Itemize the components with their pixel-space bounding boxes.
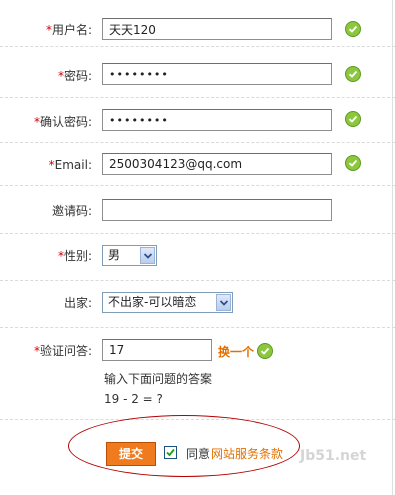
agree-text: 同意 [186, 447, 211, 461]
invite-code-row: 邀请码: [0, 186, 395, 234]
gender-selected-value: 男 [108, 248, 121, 262]
captcha-question: 19 - 2 = ? [104, 392, 163, 406]
password-row: *密码: [0, 47, 395, 98]
check-circle-icon [345, 21, 361, 37]
checkmark-icon [166, 448, 175, 457]
agree-checkbox[interactable] [164, 446, 177, 459]
ordained-select[interactable]: 不出家-可以暗恋 [102, 292, 233, 313]
ordained-row: 出家: 不出家-可以暗恋 [0, 281, 395, 328]
username-row: *用户名: [0, 0, 395, 47]
password-input[interactable] [102, 63, 332, 85]
confirm-password-input[interactable] [102, 109, 332, 131]
refresh-captcha-link[interactable]: 换一个 [218, 343, 254, 360]
captcha-label: *验证问答: [33, 344, 92, 358]
password-label: *密码: [57, 69, 92, 83]
email-label: *Email: [48, 158, 92, 172]
invite-code-label: 邀请码: [51, 204, 92, 218]
email-row: *Email: [0, 143, 395, 186]
gender-label: *性别: [57, 249, 92, 263]
check-circle-icon [257, 343, 273, 359]
gender-select[interactable]: 男 [102, 245, 157, 266]
captcha-row: *验证问答: 换一个 输入下面问题的答案 19 - 2 = ? [0, 328, 395, 420]
watermark: Jb51.net [300, 448, 367, 464]
submit-button[interactable]: 提交 [106, 442, 156, 466]
captcha-hint: 输入下面问题的答案 [104, 372, 213, 386]
ordained-label: 出家: [63, 296, 92, 310]
gender-row: *性别: 男 [0, 234, 395, 281]
chevron-down-icon [216, 294, 231, 311]
check-circle-icon [345, 155, 361, 171]
check-circle-icon [345, 111, 361, 127]
ordained-selected-value: 不出家-可以暗恋 [108, 295, 197, 309]
captcha-input[interactable] [102, 339, 212, 361]
email-input[interactable] [102, 153, 332, 175]
confirm-password-label: *确认密码: [33, 115, 92, 129]
confirm-password-row: *确认密码: [0, 98, 395, 143]
chevron-down-icon [140, 247, 155, 264]
username-label: *用户名: [45, 23, 92, 37]
invite-code-input[interactable] [102, 199, 332, 221]
check-circle-icon [345, 66, 361, 82]
terms-link[interactable]: 网站服务条款 [211, 445, 283, 462]
username-input[interactable] [102, 18, 332, 40]
